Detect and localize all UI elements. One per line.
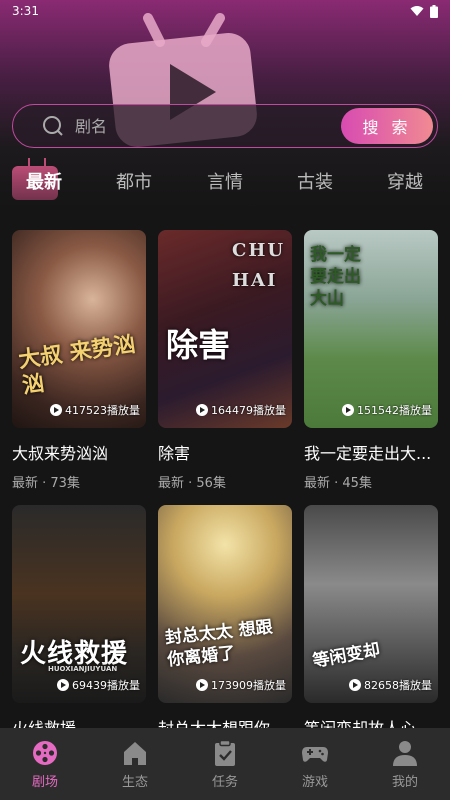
play-icon (349, 679, 361, 691)
drama-card[interactable]: 大叔 来势汹汹 417523播放量 大叔来势汹汹 最新 · 73集 (12, 230, 146, 491)
status-time: 3:31 (12, 4, 39, 18)
play-count-value: 164479播放量 (211, 404, 286, 417)
clipboard-check-icon (215, 739, 235, 766)
drama-card[interactable]: 我一定要走出大山 151542播放量 我一定要走出大... 最新 · 45集 (304, 230, 438, 491)
tab-time-travel[interactable]: 穿越 (387, 168, 423, 194)
play-icon (57, 679, 69, 691)
drama-poster[interactable]: 火线救援 HUOXIANJIUYUAN 69439播放量 (12, 505, 146, 703)
tab-urban[interactable]: 都市 (116, 168, 152, 194)
bottom-nav: 剧场 生态 任务 游戏 我的 (0, 728, 450, 800)
tab-romance[interactable]: 言情 (207, 168, 243, 194)
play-count-value: 173909播放量 (211, 679, 286, 692)
user-icon (393, 740, 417, 766)
nav-item-games[interactable]: 游戏 (270, 728, 360, 800)
drama-title[interactable]: 我一定要走出大... (304, 440, 438, 464)
battery-icon (430, 4, 438, 18)
play-count: 151542播放量 (342, 402, 432, 418)
search-icon (43, 116, 63, 136)
search-input[interactable] (75, 116, 341, 136)
poster-title-text: 除害 (166, 326, 231, 364)
drama-card[interactable]: 火线救援 HUOXIANJIUYUAN 69439播放量 火线救援 (12, 505, 146, 739)
drama-poster[interactable]: 等闲变却 82658播放量 (304, 505, 438, 703)
nav-item-tasks[interactable]: 任务 (180, 728, 270, 800)
search-button[interactable]: 搜 索 (341, 108, 433, 144)
play-icon (196, 404, 208, 416)
play-count: 173909播放量 (196, 677, 286, 693)
drama-poster[interactable]: 封总太太 想跟你离婚了 173909播放量 (158, 505, 292, 703)
home-icon (124, 741, 146, 765)
search-bar: 搜 索 (12, 104, 438, 148)
nav-item-ecology[interactable]: 生态 (90, 728, 180, 800)
play-icon (196, 679, 208, 691)
drama-meta: 最新 · 56集 (158, 476, 226, 491)
play-icon (342, 404, 354, 416)
play-icon (50, 404, 62, 416)
tab-latest[interactable]: 最新 (26, 168, 62, 194)
drama-card[interactable]: 等闲变却 82658播放量 等闲变却故人心 (304, 505, 438, 739)
nav-label: 剧场 (31, 774, 58, 790)
poster-title-text: 我一定要走出大山 (310, 245, 361, 309)
drama-poster[interactable]: 大叔 来势汹汹 417523播放量 (12, 230, 146, 428)
drama-meta: 最新 · 73集 (12, 476, 80, 491)
drama-card[interactable]: CHU HAI 除害 164479播放量 除害 最新 · 56集 (158, 230, 292, 491)
drama-title[interactable]: 除害 (158, 440, 292, 464)
drama-meta: 最新 · 45集 (304, 476, 372, 491)
play-count-value: 82658播放量 (364, 679, 432, 692)
tab-costume[interactable]: 古装 (297, 168, 333, 194)
nav-item-theater[interactable]: 剧场 (0, 728, 90, 800)
poster-title-text: 大叔 来势汹汹 (16, 332, 137, 400)
poster-subtext: HUOXIANJIUYUAN (48, 665, 118, 673)
poster-title-text: 封总太太 想跟你离婚了 (164, 617, 274, 671)
nav-item-profile[interactable]: 我的 (360, 728, 450, 800)
nav-label: 游戏 (301, 774, 328, 790)
poster-title-text: 等闲变却 (311, 640, 382, 672)
play-count: 417523播放量 (50, 402, 140, 418)
drama-poster[interactable]: 我一定要走出大山 151542播放量 (304, 230, 438, 428)
film-reel-icon (33, 740, 57, 765)
drama-card[interactable]: 封总太太 想跟你离婚了 173909播放量 封总太太想跟你... (158, 505, 292, 739)
play-count-value: 69439播放量 (72, 679, 140, 692)
drama-poster[interactable]: CHU HAI 除害 164479播放量 (158, 230, 292, 428)
play-count-value: 151542播放量 (357, 404, 432, 417)
nav-label: 我的 (391, 774, 418, 790)
nav-label: 任务 (211, 774, 238, 790)
play-count: 69439播放量 (57, 677, 140, 693)
status-bar: 3:31 (0, 0, 450, 22)
status-icons (410, 4, 438, 18)
category-tabs: 最新 都市 言情 古装 穿越 (0, 160, 450, 200)
play-count: 82658播放量 (349, 677, 432, 693)
play-count-value: 417523播放量 (65, 404, 140, 417)
wifi-icon (410, 6, 424, 16)
nav-label: 生态 (121, 774, 148, 790)
gamepad-icon (302, 746, 328, 762)
play-count: 164479播放量 (196, 402, 286, 418)
poster-side-text: CHU HAI (232, 240, 286, 291)
drama-title[interactable]: 大叔来势汹汹 (12, 440, 146, 464)
